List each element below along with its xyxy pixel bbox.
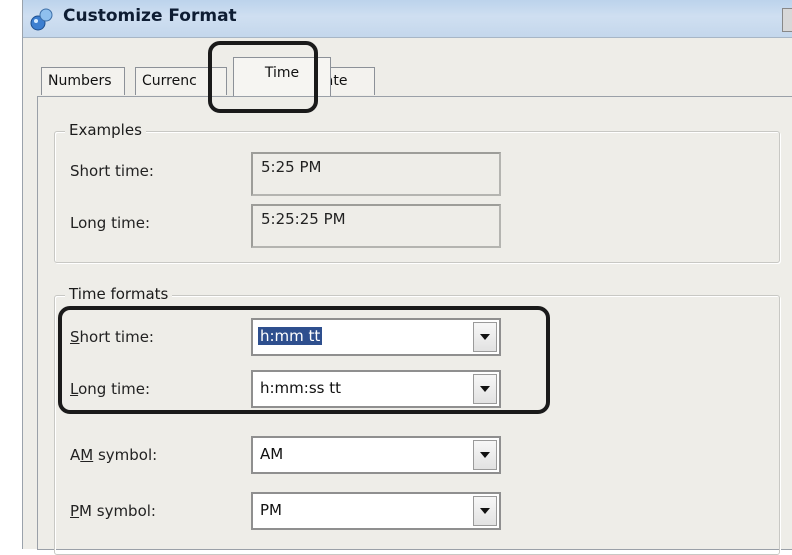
- am-symbol-value[interactable]: AM: [260, 445, 283, 463]
- long-time-example-value: 5:25:25 PM: [261, 210, 346, 228]
- examples-long-time-label: Long time:: [70, 214, 151, 232]
- time-tab-highlight: [208, 41, 318, 113]
- dropdown-arrow-icon: [480, 508, 490, 514]
- am-symbol-combo[interactable]: AM: [251, 436, 501, 474]
- pm-symbol-value[interactable]: PM: [260, 501, 282, 519]
- short-time-example-value: 5:25 PM: [261, 158, 322, 176]
- tab-numbers-label: Numbers: [48, 73, 112, 89]
- pm-symbol-combo[interactable]: PM: [251, 492, 501, 530]
- pm-symbol-label: PM symbol:: [70, 502, 156, 520]
- examples-short-time-label: Short time:: [70, 162, 154, 180]
- app-icon: [30, 8, 53, 31]
- time-formats-legend: Time formats: [65, 285, 173, 303]
- customize-format-window: Customize Format Numbers Currenc Date Ti…: [22, 0, 792, 555]
- examples-legend: Examples: [65, 121, 146, 139]
- long-time-example-field: 5:25:25 PM: [251, 204, 501, 248]
- am-symbol-dropdown-button[interactable]: [473, 440, 497, 470]
- tab-numbers[interactable]: Numbers: [41, 67, 125, 95]
- window-title: Customize Format: [63, 6, 237, 26]
- dropdown-arrow-icon: [480, 452, 490, 458]
- tab-strip: Numbers Currenc Date Time: [23, 37, 792, 98]
- pm-symbol-dropdown-button[interactable]: [473, 496, 497, 526]
- tab-currency-label: Currenc: [142, 73, 197, 89]
- examples-group: Examples Short time: 5:25 PM Long time: …: [54, 121, 780, 263]
- close-button[interactable]: [782, 8, 792, 32]
- title-bar: Customize Format: [23, 0, 792, 38]
- am-symbol-label: AM symbol:: [70, 446, 158, 464]
- short-time-example-field: 5:25 PM: [251, 152, 501, 196]
- time-format-fields-highlight: [58, 306, 550, 414]
